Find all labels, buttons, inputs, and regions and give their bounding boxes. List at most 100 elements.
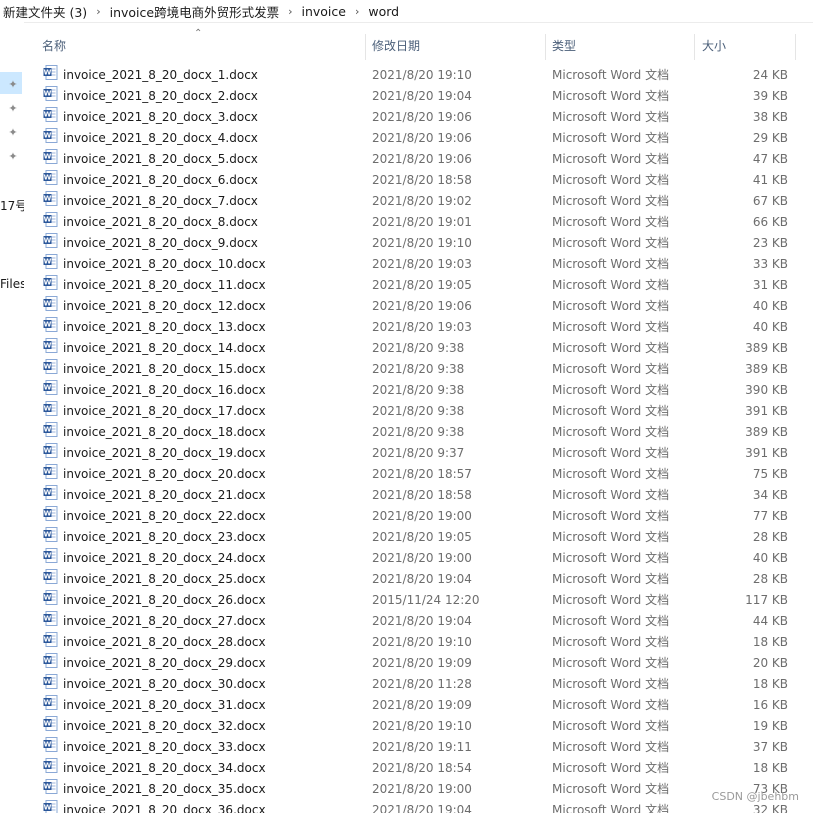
file-row[interactable]: Winvoice_2021_8_20_docx_34.docx 2021/8/20… xyxy=(24,758,813,779)
word-document-icon: W xyxy=(43,611,58,626)
file-date: 2021/8/20 19:00 xyxy=(372,509,472,523)
word-document-icon: W xyxy=(43,779,58,794)
file-date: 2021/8/20 9:38 xyxy=(372,362,465,376)
word-document-icon: W xyxy=(43,590,58,605)
file-row[interactable]: Winvoice_2021_8_20_docx_4.docx 2021/8/20 … xyxy=(24,128,813,149)
file-row[interactable]: Winvoice_2021_8_20_docx_7.docx 2021/8/20 … xyxy=(24,191,813,212)
file-row[interactable]: Winvoice_2021_8_20_docx_18.docx 2021/8/20… xyxy=(24,422,813,443)
word-document-icon: W xyxy=(43,527,58,542)
word-document-icon: W xyxy=(43,422,58,437)
file-row[interactable]: Winvoice_2021_8_20_docx_16.docx 2021/8/20… xyxy=(24,380,813,401)
column-divider[interactable] xyxy=(365,34,366,60)
file-type: Microsoft Word 文档 xyxy=(552,593,670,607)
chevron-right-icon[interactable]: › xyxy=(90,5,106,18)
file-date: 2021/8/20 9:38 xyxy=(372,383,465,397)
file-row[interactable]: Winvoice_2021_8_20_docx_36.docx 2021/8/20… xyxy=(24,800,813,813)
file-type: Microsoft Word 文档 xyxy=(552,782,670,796)
file-row[interactable]: Winvoice_2021_8_20_docx_22.docx 2021/8/20… xyxy=(24,506,813,527)
column-divider[interactable] xyxy=(545,34,546,60)
file-size: 41 KB xyxy=(752,173,788,187)
file-row[interactable]: Winvoice_2021_8_20_docx_27.docx 2021/8/20… xyxy=(24,611,813,632)
file-type: Microsoft Word 文档 xyxy=(552,803,670,813)
column-name[interactable]: 名称 xyxy=(42,34,66,58)
file-size: 16 KB xyxy=(752,698,788,712)
file-date: 2021/8/20 19:00 xyxy=(372,782,472,796)
column-type[interactable]: 类型 xyxy=(552,34,576,58)
pin-icon[interactable]: ✦ xyxy=(6,126,20,140)
column-divider[interactable] xyxy=(694,34,695,60)
file-row[interactable]: Winvoice_2021_8_20_docx_24.docx 2021/8/20… xyxy=(24,548,813,569)
file-row[interactable]: Winvoice_2021_8_20_docx_35.docx 2021/8/20… xyxy=(24,779,813,800)
file-type: Microsoft Word 文档 xyxy=(552,740,670,754)
svg-text:W: W xyxy=(44,489,52,497)
file-type: Microsoft Word 文档 xyxy=(552,761,670,775)
word-document-icon: W xyxy=(43,254,58,269)
file-row[interactable]: Winvoice_2021_8_20_docx_9.docx 2021/8/20 … xyxy=(24,233,813,254)
svg-text:W: W xyxy=(44,405,52,413)
file-date: 2021/8/20 19:09 xyxy=(372,656,472,670)
file-row[interactable]: Winvoice_2021_8_20_docx_29.docx 2021/8/20… xyxy=(24,653,813,674)
file-row[interactable]: Winvoice_2021_8_20_docx_32.docx 2021/8/20… xyxy=(24,716,813,737)
file-row[interactable]: Winvoice_2021_8_20_docx_11.docx 2021/8/20… xyxy=(24,275,813,296)
column-size[interactable]: 大小 xyxy=(702,34,726,58)
file-date: 2021/8/20 9:38 xyxy=(372,341,465,355)
breadcrumb-item[interactable]: invoice跨境电商外贸形式发票 xyxy=(107,2,282,21)
file-date: 2021/8/20 19:06 xyxy=(372,131,472,145)
file-row[interactable]: Winvoice_2021_8_20_docx_21.docx 2021/8/20… xyxy=(24,485,813,506)
svg-text:W: W xyxy=(44,699,52,707)
svg-text:W: W xyxy=(44,447,52,455)
chevron-right-icon[interactable]: › xyxy=(349,5,365,18)
file-size: 18 KB xyxy=(752,677,788,691)
word-document-icon: W xyxy=(43,359,58,374)
chevron-right-icon[interactable]: › xyxy=(282,5,298,18)
word-document-icon: W xyxy=(43,737,58,752)
file-name: invoice_2021_8_20_docx_26.docx xyxy=(63,593,266,607)
file-row[interactable]: Winvoice_2021_8_20_docx_19.docx 2021/8/20… xyxy=(24,443,813,464)
file-type: Microsoft Word 文档 xyxy=(552,362,670,376)
file-row[interactable]: Winvoice_2021_8_20_docx_5.docx 2021/8/20 … xyxy=(24,149,813,170)
file-date: 2021/8/20 19:04 xyxy=(372,89,472,103)
column-divider[interactable] xyxy=(795,34,796,60)
file-row[interactable]: Winvoice_2021_8_20_docx_14.docx 2021/8/20… xyxy=(24,338,813,359)
file-row[interactable]: Winvoice_2021_8_20_docx_15.docx 2021/8/20… xyxy=(24,359,813,380)
word-document-icon: W xyxy=(43,464,58,479)
word-document-icon: W xyxy=(43,170,58,185)
file-row[interactable]: Winvoice_2021_8_20_docx_17.docx 2021/8/20… xyxy=(24,401,813,422)
svg-text:W: W xyxy=(44,552,52,560)
file-name: invoice_2021_8_20_docx_1.docx xyxy=(63,68,258,82)
column-date[interactable]: 修改日期 xyxy=(372,34,420,58)
breadcrumb-item[interactable]: invoice xyxy=(298,4,348,19)
file-row[interactable]: Winvoice_2021_8_20_docx_8.docx 2021/8/20 … xyxy=(24,212,813,233)
pin-icon[interactable]: ✦ xyxy=(6,102,20,116)
file-date: 2021/8/20 19:04 xyxy=(372,614,472,628)
file-row[interactable]: Winvoice_2021_8_20_docx_26.docx 2015/11/2… xyxy=(24,590,813,611)
file-row[interactable]: Winvoice_2021_8_20_docx_10.docx 2021/8/20… xyxy=(24,254,813,275)
file-row[interactable]: Winvoice_2021_8_20_docx_13.docx 2021/8/20… xyxy=(24,317,813,338)
file-row[interactable]: Winvoice_2021_8_20_docx_33.docx 2021/8/20… xyxy=(24,737,813,758)
file-row[interactable]: Winvoice_2021_8_20_docx_12.docx 2021/8/20… xyxy=(24,296,813,317)
sort-up-icon: ⌃ xyxy=(194,28,203,39)
breadcrumb-item[interactable]: 新建文件夹 (3) xyxy=(0,2,90,21)
file-row[interactable]: Winvoice_2021_8_20_docx_1.docx 2021/8/20 … xyxy=(24,65,813,86)
pin-icon[interactable]: ✦ xyxy=(6,78,20,92)
file-row[interactable]: Winvoice_2021_8_20_docx_28.docx 2021/8/20… xyxy=(24,632,813,653)
nav-item-label[interactable]: 17号 xyxy=(0,197,24,214)
nav-item-label[interactable]: Files xyxy=(0,277,24,291)
file-row[interactable]: Winvoice_2021_8_20_docx_30.docx 2021/8/20… xyxy=(24,674,813,695)
file-type: Microsoft Word 文档 xyxy=(552,698,670,712)
word-document-icon: W xyxy=(43,443,58,458)
file-row[interactable]: Winvoice_2021_8_20_docx_20.docx 2021/8/20… xyxy=(24,464,813,485)
file-name: invoice_2021_8_20_docx_8.docx xyxy=(63,215,258,229)
file-row[interactable]: Winvoice_2021_8_20_docx_23.docx 2021/8/20… xyxy=(24,527,813,548)
file-row[interactable]: Winvoice_2021_8_20_docx_6.docx 2021/8/20 … xyxy=(24,170,813,191)
file-row[interactable]: Winvoice_2021_8_20_docx_31.docx 2021/8/20… xyxy=(24,695,813,716)
file-date: 2021/8/20 9:38 xyxy=(372,404,465,418)
file-row[interactable]: Winvoice_2021_8_20_docx_3.docx 2021/8/20 … xyxy=(24,107,813,128)
file-type: Microsoft Word 文档 xyxy=(552,236,670,250)
breadcrumb-item[interactable]: word xyxy=(365,4,402,19)
pin-icon[interactable]: ✦ xyxy=(6,150,20,164)
file-row[interactable]: Winvoice_2021_8_20_docx_2.docx 2021/8/20 … xyxy=(24,86,813,107)
svg-text:W: W xyxy=(44,783,52,791)
file-row[interactable]: Winvoice_2021_8_20_docx_25.docx 2021/8/20… xyxy=(24,569,813,590)
word-document-icon: W xyxy=(43,65,58,80)
